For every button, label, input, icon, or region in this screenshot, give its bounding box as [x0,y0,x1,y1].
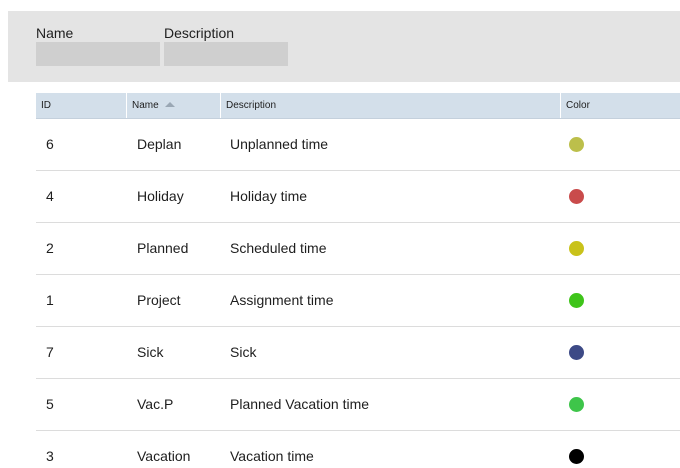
description-filter-input[interactable] [164,42,288,66]
cell-id: 5 [46,396,54,412]
name-filter-label: Name [36,25,74,41]
column-header-description-label: Description [226,100,277,111]
cell-description: Sick [230,344,257,360]
cell-name: Holiday [137,188,184,204]
color-swatch [569,397,584,412]
grid-body: 6 Deplan Unplanned time 4 Holiday Holiday tim… [36,119,680,468]
cell-name: Vac.P [137,396,174,412]
table-row[interactable]: 1 Project Assignment time [36,275,680,327]
grid-header: ID Name Description Color [36,93,680,119]
table-row[interactable]: 5 Vac.P Planned Vacation time [36,379,680,431]
cell-name: Planned [137,240,189,256]
column-header-name-label: Name [132,100,159,111]
color-swatch [569,241,584,256]
cell-description: Assignment time [230,292,334,308]
sort-ascending-icon [164,102,175,107]
color-swatch [569,137,584,152]
color-swatch [569,345,584,360]
cell-id: 2 [46,240,54,256]
color-types-grid: ID Name Description Color 6 Deplan Unplann… [36,93,680,468]
cell-name: Vacation [137,448,191,464]
table-row[interactable]: 7 Sick Sick [36,327,680,379]
column-header-id-label: ID [41,100,51,111]
cell-id: 3 [46,448,54,464]
cell-name: Deplan [137,136,182,152]
name-filter-input[interactable] [36,42,160,66]
cell-description: Unplanned time [230,136,329,152]
cell-name: Sick [137,344,164,360]
column-header-color[interactable]: Color [561,93,680,118]
cell-id: 4 [46,188,54,204]
table-row[interactable]: 6 Deplan Unplanned time [36,119,680,171]
page: Name Description ID Name Description Col… [0,0,680,468]
table-row[interactable]: 2 Planned Scheduled time [36,223,680,275]
cell-description: Planned Vacation time [230,396,370,412]
color-swatch [569,293,584,308]
cell-description: Scheduled time [230,240,327,256]
table-row[interactable]: 4 Holiday Holiday time [36,171,680,223]
cell-description: Vacation time [230,448,314,464]
column-header-description[interactable]: Description [221,93,560,118]
column-header-id[interactable]: ID [36,93,126,118]
column-header-color-label: Color [566,100,590,111]
cell-description: Holiday time [230,188,308,204]
description-filter-label: Description [164,25,235,41]
color-swatch [569,189,584,204]
cell-id: 1 [46,292,54,308]
cell-id: 6 [46,136,54,152]
cell-name: Project [137,292,181,308]
filter-panel: Name Description [8,11,680,82]
table-row[interactable]: 3 Vacation Vacation time [36,431,680,468]
cell-id: 7 [46,344,54,360]
column-header-name[interactable]: Name [127,93,220,118]
color-swatch [569,449,584,464]
